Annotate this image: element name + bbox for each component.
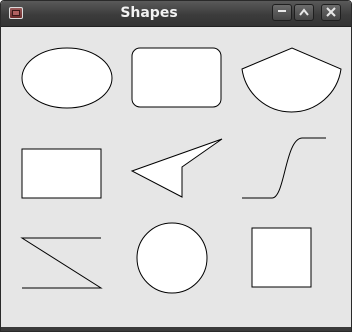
polygon-shape bbox=[130, 138, 223, 198]
shapes-window: Shapes bbox=[0, 0, 352, 332]
maximize-icon bbox=[299, 8, 309, 16]
rectangle-shape bbox=[21, 148, 102, 199]
circle-shape bbox=[136, 222, 208, 294]
title-bar[interactable]: Shapes bbox=[1, 1, 351, 27]
window-bottom-border bbox=[1, 327, 351, 331]
minimize-icon bbox=[278, 10, 286, 12]
window-title: Shapes bbox=[120, 5, 178, 21]
close-button[interactable] bbox=[321, 4, 341, 21]
bezier-curve-shape bbox=[242, 137, 326, 199]
minimize-button[interactable] bbox=[272, 4, 292, 21]
square-shape bbox=[251, 227, 312, 288]
drawing-canvas bbox=[20, 47, 342, 294]
ellipse-shape bbox=[21, 47, 113, 109]
chord-shape bbox=[241, 47, 342, 113]
close-icon bbox=[326, 7, 336, 17]
polyline-shape bbox=[20, 237, 103, 289]
maximize-button[interactable] bbox=[294, 4, 314, 21]
rounded-rectangle-shape bbox=[131, 47, 222, 108]
